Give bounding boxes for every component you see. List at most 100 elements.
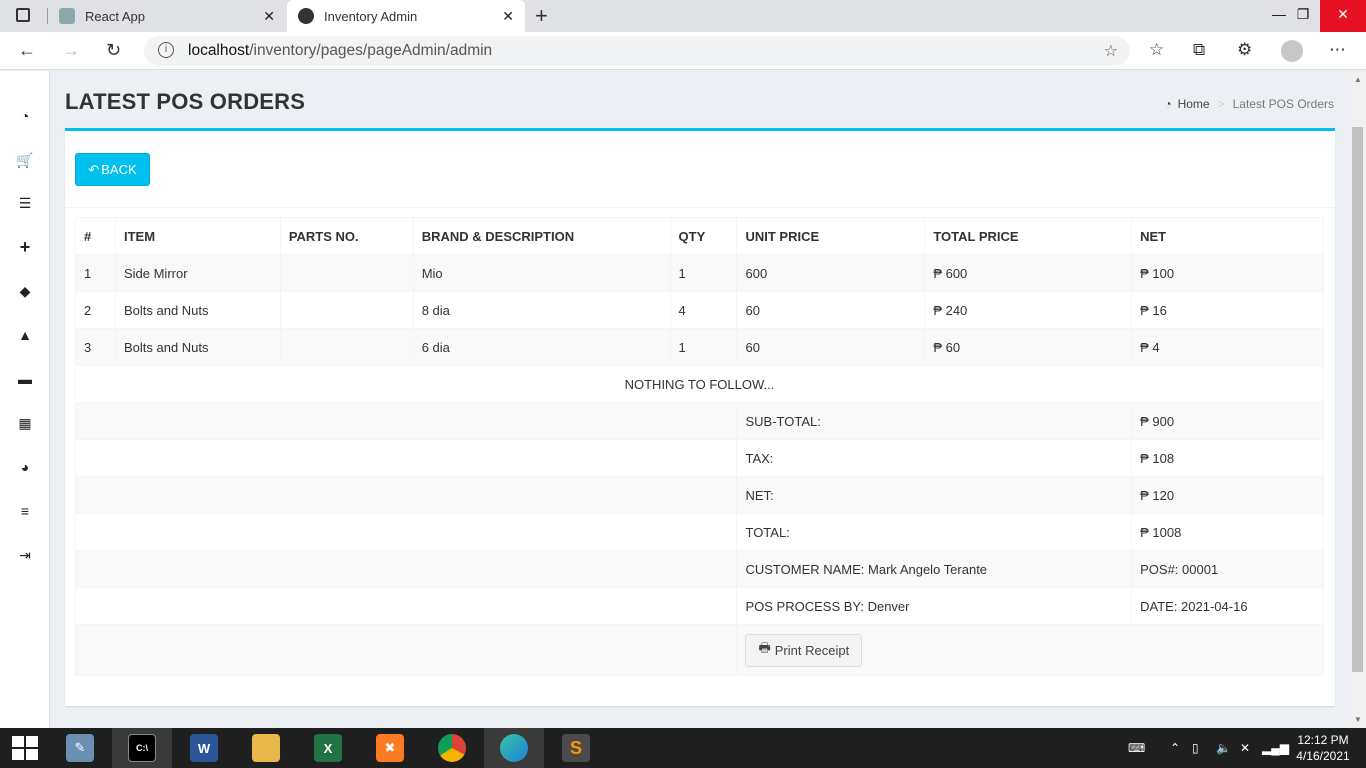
cell-num: 3 bbox=[75, 328, 116, 366]
cell-qty: 1 bbox=[669, 328, 738, 366]
word-icon: W bbox=[190, 734, 218, 762]
print-row: 🖶 Print Receipt bbox=[74, 624, 1324, 676]
taskbar-edge-app[interactable] bbox=[484, 728, 544, 768]
battery-icon[interactable]: ▯ bbox=[1192, 728, 1199, 768]
subtotal-value: ₱ 900 bbox=[1131, 402, 1324, 440]
tab-close-icon[interactable]: ✕ bbox=[502, 8, 514, 25]
taskbar-xampp-app[interactable]: ✖ bbox=[360, 728, 420, 768]
dashboard-icon: ◔ bbox=[1164, 97, 1172, 111]
terminal-icon: C:\ bbox=[128, 734, 156, 762]
site-info-icon[interactable]: i bbox=[158, 42, 174, 58]
taskbar-word-app[interactable]: W bbox=[174, 728, 234, 768]
back-button[interactable]: ↶ BACK bbox=[75, 153, 150, 186]
col-header: PARTS NO. bbox=[279, 217, 414, 255]
col-header: UNIT PRICE bbox=[736, 217, 926, 255]
tray-overflow-icon[interactable]: ⌃ bbox=[1170, 728, 1180, 768]
windows-start-icon[interactable] bbox=[12, 736, 38, 760]
cell-total-price: ₱ 240 bbox=[924, 291, 1133, 329]
table-row: 1 Side Mirror Mio 1 600 ₱ 600 ₱ 100 bbox=[75, 254, 1324, 292]
taskbar-cmd-app[interactable]: C:\ bbox=[112, 728, 172, 768]
cell-parts-no bbox=[279, 328, 414, 366]
cell-brand: Mio bbox=[412, 254, 671, 292]
url-path: /inventory/pages/pageAdmin/admin bbox=[249, 42, 493, 59]
address-bar[interactable]: i localhost/inventory/pages/pageAdmin/ad… bbox=[144, 36, 1130, 66]
tab-close-icon[interactable]: ✕ bbox=[263, 8, 275, 25]
order-date: DATE: 2021-04-16 bbox=[1131, 587, 1324, 625]
tab-inventory-admin[interactable]: Inventory Admin ✕ bbox=[287, 0, 525, 32]
summary-row: SUB-TOTAL: ₱ 900 bbox=[74, 402, 1324, 440]
react-favicon-icon bbox=[59, 8, 75, 24]
tab-actions-icon[interactable] bbox=[16, 8, 30, 22]
more-menu-icon[interactable]: ⋯ bbox=[1329, 40, 1346, 60]
calendar-icon[interactable]: ▦ bbox=[16, 414, 34, 432]
keyboard-icon[interactable]: ⌨ bbox=[1128, 728, 1145, 768]
table-header-row: # ITEM PARTS NO. BRAND & DESCRIPTION QTY… bbox=[75, 217, 1324, 255]
cell-total-price: ₱ 60 bbox=[924, 328, 1133, 366]
cart-icon[interactable]: 🛒 bbox=[16, 151, 34, 169]
tax-value: ₱ 108 bbox=[1131, 439, 1324, 477]
logout-icon[interactable]: ⇥ bbox=[16, 546, 34, 564]
tag-icon[interactable]: ◆ bbox=[16, 282, 34, 300]
browser-toolbar: ← → ↻ i localhost/inventory/pages/pageAd… bbox=[0, 32, 1366, 70]
window-close-icon[interactable]: ✕ bbox=[1320, 0, 1366, 32]
cell-total-price: ₱ 600 bbox=[924, 254, 1133, 292]
menu-icon[interactable]: ≡ bbox=[16, 502, 34, 520]
summary-spacer bbox=[74, 587, 738, 625]
paint-icon: ✎ bbox=[66, 734, 94, 762]
reload-icon[interactable]: ↻ bbox=[106, 40, 121, 61]
network-status-icon[interactable]: ✕ bbox=[1240, 728, 1250, 768]
summary-spacer bbox=[74, 439, 738, 477]
profile-avatar[interactable] bbox=[1281, 40, 1303, 62]
scrollbar-thumb[interactable] bbox=[1352, 127, 1363, 672]
scroll-down-icon[interactable]: ▼ bbox=[1354, 715, 1362, 724]
list-icon[interactable]: ☰ bbox=[16, 194, 34, 212]
cell-qty: 1 bbox=[669, 254, 738, 292]
system-clock[interactable]: 12:12 PM 4/16/2021 bbox=[1290, 732, 1356, 764]
taskbar-paint-app[interactable]: ✎ bbox=[50, 728, 110, 768]
volume-icon[interactable]: 🔈 bbox=[1216, 728, 1231, 768]
pie-chart-icon[interactable]: ◕ bbox=[16, 458, 34, 476]
url-text[interactable]: localhost/inventory/pages/pageAdmin/admi… bbox=[188, 42, 492, 60]
chrome-icon bbox=[438, 734, 466, 762]
cell-item: Side Mirror bbox=[114, 254, 281, 292]
col-header: ITEM bbox=[114, 217, 281, 255]
tab-react-app[interactable]: React App ✕ bbox=[48, 0, 286, 32]
tab-title: React App bbox=[85, 8, 145, 24]
warning-icon[interactable]: ▲ bbox=[16, 326, 34, 344]
favorites-icon[interactable]: ☆ bbox=[1149, 40, 1164, 60]
scroll-up-icon[interactable]: ▲ bbox=[1354, 75, 1362, 84]
summary-spacer bbox=[74, 402, 738, 440]
back-arrow-icon[interactable]: ← bbox=[18, 40, 36, 61]
signal-icon[interactable]: ▂▄▆ bbox=[1262, 728, 1289, 768]
summary-row: NET: ₱ 120 bbox=[74, 476, 1324, 514]
archive-icon[interactable]: ▬ bbox=[16, 370, 34, 388]
print-receipt-button[interactable]: 🖶 Print Receipt bbox=[745, 633, 863, 667]
new-tab-icon[interactable]: + bbox=[535, 3, 548, 29]
extensions-icon[interactable]: ⚙ bbox=[1237, 40, 1252, 60]
dashboard-icon[interactable]: ◔ bbox=[16, 107, 34, 125]
page-scrollbar[interactable]: ▲ ▼ bbox=[1350, 71, 1366, 728]
cell-item: Bolts and Nuts bbox=[114, 328, 281, 366]
taskbar-excel-app[interactable]: X bbox=[298, 728, 358, 768]
add-favorite-icon[interactable]: ☆ bbox=[1104, 41, 1118, 61]
edge-icon bbox=[500, 734, 528, 762]
orders-box: ↶ BACK # ITEM PARTS NO. BRAND & DESCRIPT… bbox=[65, 128, 1335, 706]
subtotal-label: SUB-TOTAL: bbox=[736, 402, 1133, 440]
box-header: ↶ BACK bbox=[65, 131, 1335, 208]
plus-icon[interactable]: + bbox=[16, 237, 34, 257]
col-header: NET bbox=[1131, 217, 1324, 255]
orders-table: # ITEM PARTS NO. BRAND & DESCRIPTION QTY… bbox=[74, 217, 1324, 676]
breadcrumb-home[interactable]: ◔ Home bbox=[1164, 97, 1209, 111]
breadcrumb-current: Latest POS Orders bbox=[1232, 97, 1334, 111]
taskbar-explorer-app[interactable] bbox=[236, 728, 296, 768]
taskbar-sublime-app[interactable]: S bbox=[546, 728, 606, 768]
cell-brand: 8 dia bbox=[412, 291, 671, 329]
net-value: ₱ 120 bbox=[1131, 476, 1324, 514]
cell-item: Bolts and Nuts bbox=[114, 291, 281, 329]
collections-icon[interactable]: ⧉ bbox=[1193, 40, 1205, 60]
forward-arrow-icon[interactable]: → bbox=[62, 40, 80, 61]
sublime-icon: S bbox=[562, 734, 590, 762]
print-receipt-label: Print Receipt bbox=[774, 642, 850, 658]
summary-spacer bbox=[74, 476, 738, 514]
taskbar-chrome-app[interactable] bbox=[422, 728, 482, 768]
